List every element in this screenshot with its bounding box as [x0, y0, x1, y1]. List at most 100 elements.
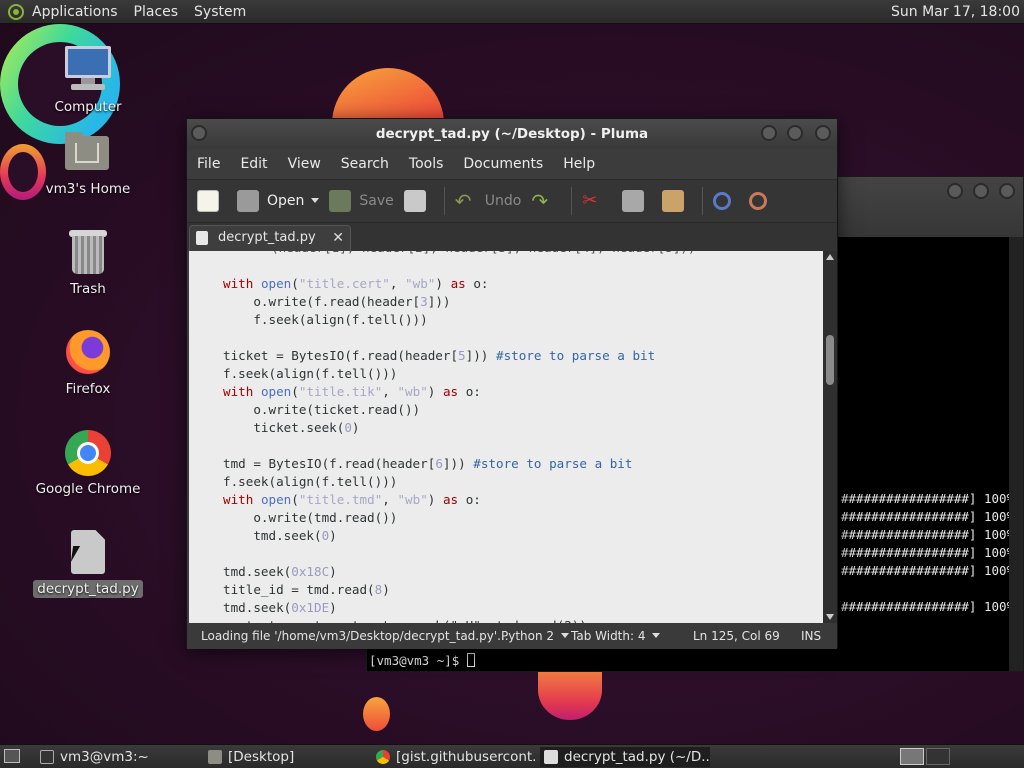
scroll-up-icon[interactable] [826, 254, 834, 260]
print-button[interactable] [403, 190, 434, 212]
task-pluma[interactable]: decrypt_tad.py (~/D... [540, 747, 710, 767]
terminal-prompt-text: [vm3@vm3 ~]$ [369, 653, 467, 668]
search-icon [713, 192, 732, 210]
close-icon[interactable] [815, 125, 831, 141]
text-editor-icon [544, 750, 558, 764]
code-line: o.write(ticket.read()) [223, 402, 421, 417]
top-panel: Applications Places System Sun Mar 17, 1… [0, 0, 1024, 24]
statusbar: Loading file '/home/vm3/Desktop/decrypt_… [187, 623, 837, 649]
menu-applications[interactable]: Applications [32, 4, 118, 20]
editor-scrollbar[interactable] [823, 251, 837, 623]
desktop-icon-home[interactable]: vm3's Home [28, 128, 148, 198]
window-title: decrypt_tad.py (~/Desktop) - Pluma [375, 126, 649, 142]
code-line: tmd.seek(0x1DE) [223, 600, 337, 615]
desktop-icon-firefox[interactable]: Firefox [28, 328, 148, 398]
terminal-line: #################] 100% [841, 599, 1015, 614]
code-line: o.write(tmd.read()) [223, 510, 398, 525]
menubar: File Edit View Search Tools Documents He… [187, 149, 837, 179]
replace-button[interactable] [749, 192, 775, 210]
toolbar-separator [571, 187, 573, 215]
find-button[interactable] [713, 192, 739, 210]
language-selector[interactable]: Python 2 [501, 623, 569, 649]
terminal-scrollbar[interactable] [1009, 237, 1023, 671]
distro-logo-icon[interactable] [8, 3, 24, 20]
show-desktop-icon[interactable] [4, 749, 20, 763]
menu-view[interactable]: View [278, 156, 331, 172]
toolbar-separator [702, 187, 704, 215]
paste-button[interactable] [662, 190, 692, 212]
terminal-icon [40, 750, 54, 764]
code-line: ticket = BytesIO(f.read(header[5])) #sto… [223, 348, 656, 363]
terminal-line: #################] 100% [841, 563, 1015, 578]
pluma-window[interactable]: decrypt_tad.py (~/Desktop) - Pluma File … [186, 118, 838, 649]
task-label: decrypt_tad.py (~/D... [564, 749, 710, 765]
terminal-prompt[interactable]: [vm3@vm3 ~]$ [369, 653, 475, 668]
menu-search[interactable]: Search [331, 156, 399, 172]
desktop-icon-trash[interactable]: Trash [28, 228, 148, 298]
code-line: o.write(f.read(header[3])) [223, 294, 451, 309]
undo-button[interactable]: ↶ Undo [455, 190, 522, 212]
scrollbar-thumb[interactable] [826, 335, 834, 385]
toolbar: Open Save ↶ Undo ↷ ✂ [187, 179, 837, 223]
desktop-icon-chrome[interactable]: Google Chrome [28, 428, 148, 498]
desktop-icon-decrypt-file[interactable]: decrypt_tad.py [28, 528, 148, 598]
print-icon [403, 190, 426, 212]
tab-decrypt-tad[interactable]: decrypt_tad.py ✕ [189, 225, 351, 251]
trash-icon [63, 228, 113, 276]
copy-button[interactable] [622, 190, 652, 212]
code-editor[interactable]: (header[1], header[2], header[3], header… [189, 251, 823, 623]
desktop-icon-label: decrypt_tad.py [33, 580, 143, 598]
folder-icon [208, 750, 222, 764]
terminal-line: #################] 100% [841, 527, 1015, 542]
open-button[interactable]: Open [237, 190, 319, 212]
maximize-icon[interactable] [787, 125, 803, 141]
task-chrome[interactable]: [gist.githubusercont... [372, 747, 538, 767]
tab-width-selector[interactable]: Tab Width: 4 [571, 623, 660, 649]
code-line: with open("title.cert", "wb") as o: [223, 276, 489, 291]
panel-clock[interactable]: Sun Mar 17, 18:00 [891, 4, 1020, 20]
close-icon[interactable] [999, 183, 1015, 199]
menu-edit[interactable]: Edit [230, 156, 277, 172]
code-line: f.seek(align(f.tell())) [223, 312, 428, 327]
menu-file[interactable]: File [187, 156, 230, 172]
desktop-icon-label: Computer [54, 99, 122, 115]
menu-tools[interactable]: Tools [399, 156, 454, 172]
redo-button[interactable]: ↷ [531, 190, 561, 212]
terminal-line: #################] 100% [841, 509, 1015, 524]
save-icon [329, 190, 352, 212]
terminal-line: #################] 100% [841, 491, 1015, 506]
menu-documents[interactable]: Documents [453, 156, 553, 172]
task-label: vm3@vm3:~ [60, 749, 149, 765]
status-message: Loading file '/home/vm3/Desktop/decrypt_… [201, 629, 509, 643]
workspace-2[interactable] [926, 748, 950, 765]
chevron-down-icon[interactable] [304, 193, 319, 209]
mouse-pointer-icon [70, 546, 88, 562]
save-button[interactable]: Save [329, 190, 394, 212]
toolbar-separator [443, 187, 445, 215]
scroll-down-icon[interactable] [826, 614, 834, 620]
terminal-cursor [466, 653, 475, 667]
tab-label: decrypt_tad.py [218, 230, 316, 245]
desktop-icon-computer[interactable]: Computer [28, 46, 148, 116]
workspace-1[interactable] [900, 748, 924, 765]
window-menu-icon[interactable] [191, 125, 207, 141]
task-desktop[interactable]: [Desktop] [204, 747, 366, 767]
task-terminal[interactable]: vm3@vm3:~ [36, 747, 196, 767]
document-tabs: decrypt_tad.py ✕ [187, 223, 837, 251]
redo-icon: ↷ [531, 189, 549, 213]
minimize-icon[interactable] [947, 183, 963, 199]
code-line: tmd.seek(0) [223, 528, 337, 543]
pluma-titlebar[interactable]: decrypt_tad.py (~/Desktop) - Pluma [187, 119, 837, 149]
cursor-position: Ln 125, Col 69 [693, 629, 780, 643]
new-document-icon [197, 190, 219, 212]
menu-places[interactable]: Places [134, 4, 179, 20]
maximize-icon[interactable] [973, 183, 989, 199]
new-button[interactable] [197, 190, 227, 212]
menu-help[interactable]: Help [553, 156, 605, 172]
close-tab-icon[interactable]: ✕ [332, 226, 344, 250]
menu-system[interactable]: System [194, 4, 246, 20]
terminal-line: #################] 100% [841, 545, 1015, 560]
cut-button[interactable]: ✂ [582, 190, 612, 212]
minimize-icon[interactable] [761, 125, 777, 141]
task-label: [Desktop] [228, 749, 295, 765]
